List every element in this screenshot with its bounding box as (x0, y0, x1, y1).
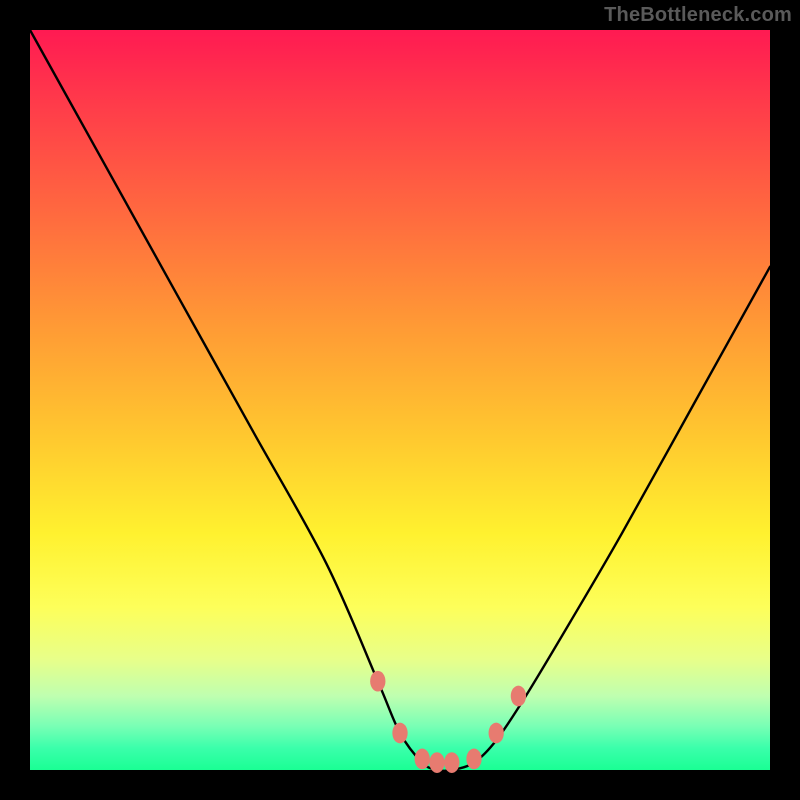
marker-right-knee-upper (511, 686, 526, 707)
watermark-text: TheBottleneck.com (604, 4, 792, 27)
marker-trough-mid-b (444, 752, 459, 773)
plot-area (30, 30, 770, 770)
marker-trough-mid-a (429, 752, 444, 773)
marker-trough-right (466, 749, 481, 770)
marker-left-knee-lower (392, 723, 407, 744)
marker-right-knee-lower (489, 723, 504, 744)
marker-trough-left (415, 749, 430, 770)
bottleneck-curve-path (30, 30, 770, 771)
curve-svg (30, 30, 770, 770)
marker-left-knee-upper (370, 671, 385, 692)
chart-frame: TheBottleneck.com (0, 0, 800, 800)
